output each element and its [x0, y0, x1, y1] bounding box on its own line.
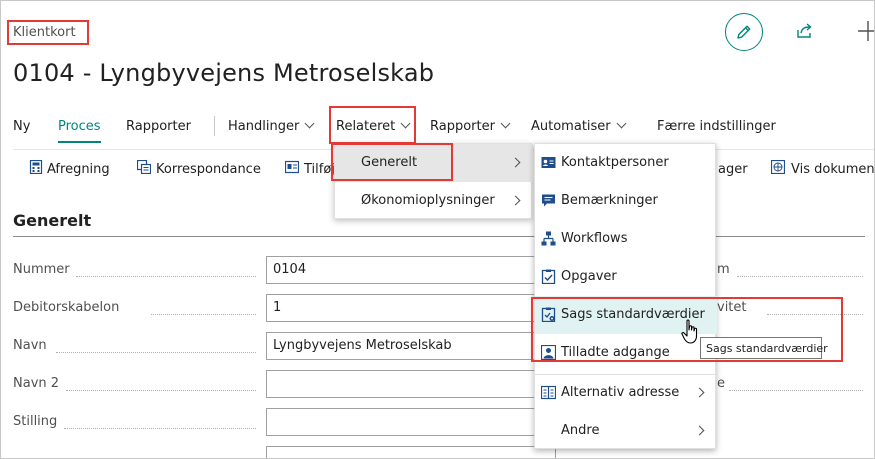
hand-cursor-icon	[681, 319, 698, 344]
menu-item-andre[interactable]: Andre	[535, 412, 717, 450]
right-field-label: e	[717, 376, 725, 391]
field-label: Debitorskabelon	[13, 300, 120, 315]
tooltip: Sags standardværdier	[700, 337, 828, 359]
menu-item-label: Opgaver	[561, 269, 617, 284]
field-label: Navn	[13, 338, 47, 353]
menu-item-generelt[interactable]: Generelt	[335, 144, 533, 182]
field-leader	[64, 428, 256, 429]
action-automate[interactable]: Automatiser	[531, 118, 627, 134]
action-relateret[interactable]: Relateret	[336, 118, 411, 134]
attach-icon	[285, 160, 299, 174]
toolbar-korrespondance[interactable]: Korrespondance	[156, 162, 261, 177]
chevron-down-icon	[304, 118, 315, 129]
number-field[interactable]: 0104	[266, 256, 556, 284]
address-book-icon	[541, 385, 556, 400]
field-label: Navn 2	[13, 376, 60, 391]
action-reports[interactable]: Rapporter	[126, 119, 191, 134]
breadcrumb[interactable]: Klientkort	[13, 25, 76, 40]
comments-icon	[542, 194, 555, 207]
action-label: Relateret	[336, 119, 396, 134]
action-fewer-options[interactable]: Færre indstillinger	[657, 119, 776, 134]
task-icon	[541, 269, 556, 284]
share-icon[interactable]	[796, 22, 814, 40]
user-access-icon	[541, 345, 556, 360]
menu-item-label: Generelt	[361, 155, 418, 170]
position-field[interactable]	[266, 408, 556, 436]
app-window: Klientkort 0104 - Lyngbyvejens Metrosels…	[0, 0, 875, 459]
chevron-right-icon	[510, 157, 521, 168]
field-leader	[56, 352, 256, 353]
customer-template-field[interactable]: 1	[266, 294, 556, 322]
field-leader	[76, 276, 256, 277]
field-leader	[737, 276, 863, 277]
toolbar-afregning[interactable]: Afregning	[47, 162, 110, 177]
next-field[interactable]	[266, 446, 556, 458]
plus-icon[interactable]	[858, 21, 875, 41]
action-handlinger[interactable]: Handlinger	[228, 118, 315, 134]
menu-item-label: Andre	[561, 423, 600, 438]
section-divider	[13, 236, 865, 237]
action-process[interactable]: Proces	[58, 119, 101, 143]
menu-item-okonomi[interactable]: Økonomioplysninger	[335, 182, 533, 220]
chevron-down-icon	[616, 118, 627, 129]
action-label: Handlinger	[228, 119, 300, 134]
field-leader	[66, 390, 256, 391]
correspondence-icon	[137, 160, 151, 174]
menu-item-label: Tilladte adgange	[561, 345, 670, 360]
calculator-icon	[29, 160, 43, 174]
page-title: 0104 - Lyngbyvejens Metroselskab	[13, 59, 435, 87]
right-field-label: vitet	[717, 300, 747, 315]
chevron-down-icon	[400, 118, 411, 129]
menu-item-label: Kontaktpersoner	[561, 155, 669, 170]
action-label: Rapporter	[430, 119, 495, 134]
contact-card-icon	[541, 157, 556, 168]
menu-item-opgaver[interactable]: Opgaver	[535, 258, 717, 296]
action-reports-menu[interactable]: Rapporter	[430, 118, 511, 134]
action-divider	[214, 116, 215, 136]
menu-item-label: Bemærkninger	[561, 193, 658, 208]
workflow-icon	[541, 231, 556, 246]
globe-icon	[771, 160, 785, 174]
menu-item-alternativ-adresse[interactable]: Alternativ adresse	[535, 374, 717, 412]
menu-item-kontaktpersoner[interactable]: Kontaktpersoner	[535, 144, 717, 182]
name2-field[interactable]	[266, 370, 556, 398]
action-new[interactable]: Ny	[13, 119, 30, 134]
field-leader	[767, 314, 863, 315]
field-leader	[729, 390, 863, 391]
menu-item-label: Alternativ adresse	[561, 385, 680, 400]
section-title[interactable]: Generelt	[13, 211, 91, 230]
case-defaults-icon	[541, 307, 556, 322]
related-menu: Generelt Økonomioplysninger	[334, 143, 533, 220]
menu-item-label: Workflows	[561, 231, 628, 246]
action-label: Automatiser	[531, 119, 611, 134]
general-submenu: Kontaktpersoner Bemærkninger Workflows O…	[534, 143, 717, 450]
menu-item-workflows[interactable]: Workflows	[535, 220, 717, 258]
chevron-right-icon	[694, 387, 705, 398]
menu-item-bemaerkninger[interactable]: Bemærkninger	[535, 182, 717, 220]
name-field[interactable]: Lyngbyvejens Metroselskab	[266, 332, 556, 360]
field-label: Nummer	[13, 262, 70, 277]
chevron-down-icon	[500, 118, 511, 129]
toolbar-ager[interactable]: ager	[718, 162, 748, 177]
toolbar-tilfoj[interactable]: Tilføj	[304, 162, 335, 177]
field-label: Stilling	[13, 414, 58, 429]
toolbar-vis-dokumenter[interactable]: Vis dokumen	[791, 162, 874, 177]
pencil-icon	[737, 25, 751, 39]
right-field-label: m	[717, 262, 730, 277]
field-leader	[151, 314, 256, 315]
chevron-right-icon	[694, 425, 705, 436]
menu-item-label: Økonomioplysninger	[361, 193, 495, 208]
chevron-right-icon	[510, 195, 521, 206]
edit-button[interactable]	[725, 13, 763, 51]
